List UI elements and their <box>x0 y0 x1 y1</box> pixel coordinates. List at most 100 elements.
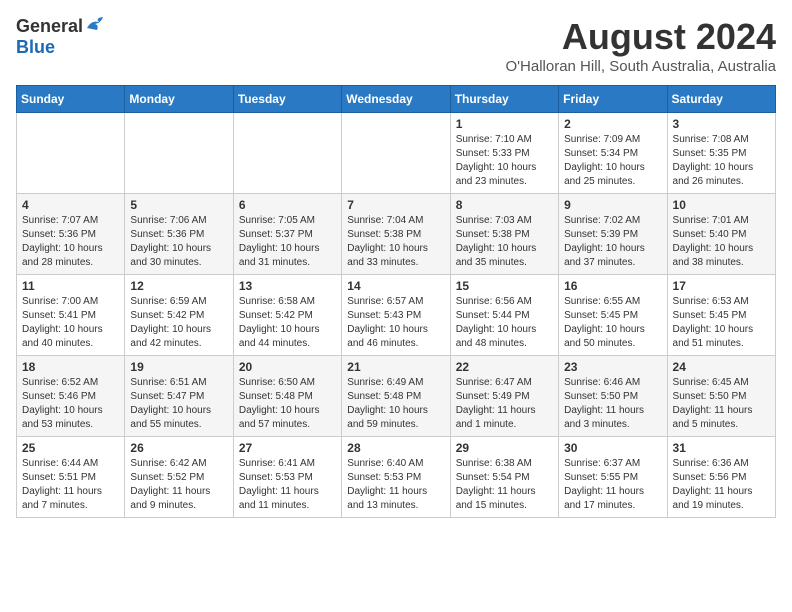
day-info: Sunrise: 6:38 AM Sunset: 5:54 PM Dayligh… <box>456 457 553 513</box>
calendar-cell: 29 Sunrise: 6:38 AM Sunset: 5:54 PM Dayli… <box>450 437 558 518</box>
calendar-cell: 9 Sunrise: 7:02 AM Sunset: 5:39 PM Daylig… <box>559 194 667 275</box>
calendar-cell: 16 Sunrise: 6:55 AM Sunset: 5:45 PM Dayli… <box>559 275 667 356</box>
calendar-cell: 6 Sunrise: 7:05 AM Sunset: 5:37 PM Daylig… <box>233 194 341 275</box>
day-number: 26 <box>130 441 227 455</box>
calendar-cell: 15 Sunrise: 6:56 AM Sunset: 5:44 PM Dayli… <box>450 275 558 356</box>
calendar-cell: 13 Sunrise: 6:58 AM Sunset: 5:42 PM Dayli… <box>233 275 341 356</box>
logo: General Blue <box>16 16 107 58</box>
day-number: 3 <box>673 117 770 131</box>
calendar-cell: 10 Sunrise: 7:01 AM Sunset: 5:40 PM Dayli… <box>667 194 775 275</box>
day-header-friday: Friday <box>559 86 667 113</box>
day-info: Sunrise: 6:47 AM Sunset: 5:49 PM Dayligh… <box>456 376 553 432</box>
day-info: Sunrise: 6:59 AM Sunset: 5:42 PM Dayligh… <box>130 295 227 351</box>
day-number: 13 <box>239 279 336 293</box>
day-number: 6 <box>239 198 336 212</box>
calendar-table: SundayMondayTuesdayWednesdayThursdayFrid… <box>16 85 776 518</box>
day-info: Sunrise: 7:07 AM Sunset: 5:36 PM Dayligh… <box>22 214 119 270</box>
day-info: Sunrise: 7:06 AM Sunset: 5:36 PM Dayligh… <box>130 214 227 270</box>
calendar-cell <box>125 113 233 194</box>
calendar-cell: 23 Sunrise: 6:46 AM Sunset: 5:50 PM Dayli… <box>559 356 667 437</box>
calendar-cell <box>233 113 341 194</box>
calendar-cell <box>342 113 450 194</box>
week-row-1: 1 Sunrise: 7:10 AM Sunset: 5:33 PM Daylig… <box>17 113 776 194</box>
day-number: 9 <box>564 198 661 212</box>
day-number: 10 <box>673 198 770 212</box>
calendar-cell: 14 Sunrise: 6:57 AM Sunset: 5:43 PM Dayli… <box>342 275 450 356</box>
day-number: 5 <box>130 198 227 212</box>
day-number: 12 <box>130 279 227 293</box>
day-info: Sunrise: 6:58 AM Sunset: 5:42 PM Dayligh… <box>239 295 336 351</box>
day-header-tuesday: Tuesday <box>233 86 341 113</box>
calendar-cell: 26 Sunrise: 6:42 AM Sunset: 5:52 PM Dayli… <box>125 437 233 518</box>
day-info: Sunrise: 6:45 AM Sunset: 5:50 PM Dayligh… <box>673 376 770 432</box>
day-number: 29 <box>456 441 553 455</box>
main-title: August 2024 <box>506 16 777 58</box>
day-header-saturday: Saturday <box>667 86 775 113</box>
day-info: Sunrise: 7:03 AM Sunset: 5:38 PM Dayligh… <box>456 214 553 270</box>
day-info: Sunrise: 7:01 AM Sunset: 5:40 PM Dayligh… <box>673 214 770 270</box>
day-number: 1 <box>456 117 553 131</box>
day-info: Sunrise: 7:09 AM Sunset: 5:34 PM Dayligh… <box>564 133 661 189</box>
day-info: Sunrise: 6:40 AM Sunset: 5:53 PM Dayligh… <box>347 457 444 513</box>
day-number: 28 <box>347 441 444 455</box>
calendar-cell: 22Sunrise: 6:47 AM Sunset: 5:49 PM Dayli… <box>450 356 558 437</box>
calendar-cell: 24 Sunrise: 6:45 AM Sunset: 5:50 PM Dayli… <box>667 356 775 437</box>
week-row-3: 11 Sunrise: 7:00 AM Sunset: 5:41 PM Dayli… <box>17 275 776 356</box>
day-number: 11 <box>22 279 119 293</box>
day-info: Sunrise: 7:02 AM Sunset: 5:39 PM Dayligh… <box>564 214 661 270</box>
day-info: Sunrise: 6:49 AM Sunset: 5:48 PM Dayligh… <box>347 376 444 432</box>
day-info: Sunrise: 6:53 AM Sunset: 5:45 PM Dayligh… <box>673 295 770 351</box>
day-number: 20 <box>239 360 336 374</box>
day-number: 17 <box>673 279 770 293</box>
week-row-5: 25Sunrise: 6:44 AM Sunset: 5:51 PM Dayli… <box>17 437 776 518</box>
week-row-2: 4Sunrise: 7:07 AM Sunset: 5:36 PM Daylig… <box>17 194 776 275</box>
day-info: Sunrise: 6:52 AM Sunset: 5:46 PM Dayligh… <box>22 376 119 432</box>
day-number: 15 <box>456 279 553 293</box>
calendar-cell: 5 Sunrise: 7:06 AM Sunset: 5:36 PM Daylig… <box>125 194 233 275</box>
day-number: 23 <box>564 360 661 374</box>
day-number: 18 <box>22 360 119 374</box>
day-number: 27 <box>239 441 336 455</box>
calendar-cell: 31Sunrise: 6:36 AM Sunset: 5:56 PM Dayli… <box>667 437 775 518</box>
calendar-cell: 28 Sunrise: 6:40 AM Sunset: 5:53 PM Dayli… <box>342 437 450 518</box>
logo-general-text: General <box>16 16 83 37</box>
calendar-cell: 17 Sunrise: 6:53 AM Sunset: 5:45 PM Dayli… <box>667 275 775 356</box>
subtitle: O'Halloran Hill, South Australia, Austra… <box>506 58 777 75</box>
day-number: 14 <box>347 279 444 293</box>
day-info: Sunrise: 6:46 AM Sunset: 5:50 PM Dayligh… <box>564 376 661 432</box>
header-row: SundayMondayTuesdayWednesdayThursdayFrid… <box>17 86 776 113</box>
day-info: Sunrise: 6:57 AM Sunset: 5:43 PM Dayligh… <box>347 295 444 351</box>
day-number: 19 <box>130 360 227 374</box>
page-header: General Blue August 2024 O'Halloran Hill… <box>16 16 776 75</box>
calendar-cell: 18 Sunrise: 6:52 AM Sunset: 5:46 PM Dayli… <box>17 356 125 437</box>
day-info: Sunrise: 7:00 AM Sunset: 5:41 PM Dayligh… <box>22 295 119 351</box>
day-info: Sunrise: 6:56 AM Sunset: 5:44 PM Dayligh… <box>456 295 553 351</box>
day-info: Sunrise: 6:50 AM Sunset: 5:48 PM Dayligh… <box>239 376 336 432</box>
day-header-sunday: Sunday <box>17 86 125 113</box>
day-number: 21 <box>347 360 444 374</box>
logo-blue-text: Blue <box>16 37 55 58</box>
day-number: 24 <box>673 360 770 374</box>
calendar-cell: 8Sunrise: 7:03 AM Sunset: 5:38 PM Daylig… <box>450 194 558 275</box>
day-number: 25 <box>22 441 119 455</box>
day-info: Sunrise: 6:55 AM Sunset: 5:45 PM Dayligh… <box>564 295 661 351</box>
calendar-cell: 19 Sunrise: 6:51 AM Sunset: 5:47 PM Dayli… <box>125 356 233 437</box>
calendar-cell: 2 Sunrise: 7:09 AM Sunset: 5:34 PM Daylig… <box>559 113 667 194</box>
calendar-cell: 7Sunrise: 7:04 AM Sunset: 5:38 PM Daylig… <box>342 194 450 275</box>
calendar-cell: 4Sunrise: 7:07 AM Sunset: 5:36 PM Daylig… <box>17 194 125 275</box>
day-info: Sunrise: 6:51 AM Sunset: 5:47 PM Dayligh… <box>130 376 227 432</box>
day-info: Sunrise: 7:05 AM Sunset: 5:37 PM Dayligh… <box>239 214 336 270</box>
day-number: 16 <box>564 279 661 293</box>
day-info: Sunrise: 6:36 AM Sunset: 5:56 PM Dayligh… <box>673 457 770 513</box>
calendar-cell: 3Sunrise: 7:08 AM Sunset: 5:35 PM Daylig… <box>667 113 775 194</box>
calendar-cell: 11 Sunrise: 7:00 AM Sunset: 5:41 PM Dayli… <box>17 275 125 356</box>
day-number: 2 <box>564 117 661 131</box>
calendar-cell: 25Sunrise: 6:44 AM Sunset: 5:51 PM Dayli… <box>17 437 125 518</box>
day-info: Sunrise: 7:10 AM Sunset: 5:33 PM Dayligh… <box>456 133 553 189</box>
day-info: Sunrise: 6:42 AM Sunset: 5:52 PM Dayligh… <box>130 457 227 513</box>
day-number: 7 <box>347 198 444 212</box>
day-header-wednesday: Wednesday <box>342 86 450 113</box>
day-header-thursday: Thursday <box>450 86 558 113</box>
day-info: Sunrise: 6:37 AM Sunset: 5:55 PM Dayligh… <box>564 457 661 513</box>
day-info: Sunrise: 6:41 AM Sunset: 5:53 PM Dayligh… <box>239 457 336 513</box>
